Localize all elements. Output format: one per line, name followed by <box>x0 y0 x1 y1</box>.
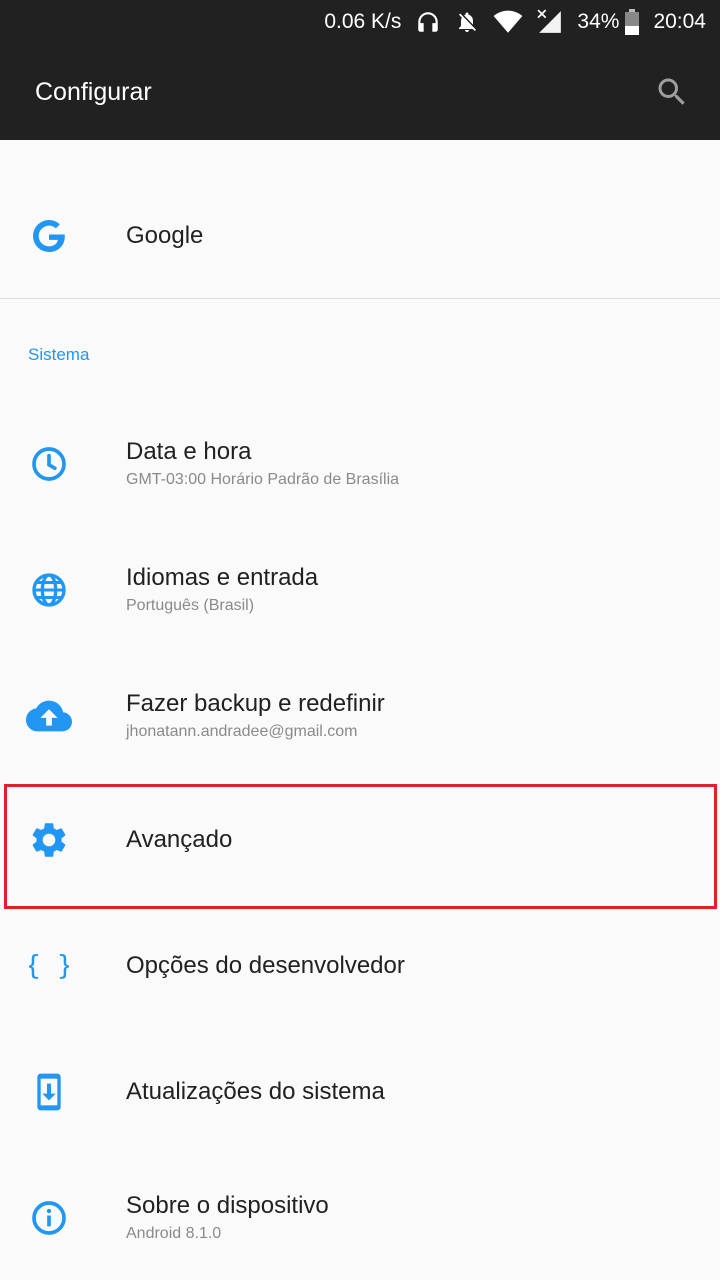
headphones-icon <box>415 9 441 35</box>
notifications-off-icon <box>455 9 479 35</box>
app-bar: Configurar <box>0 44 720 140</box>
google-icon <box>26 213 72 259</box>
settings-item-languages[interactable]: Idiomas e entrada Português (Brasil) <box>0 530 720 650</box>
settings-item-summary: Português (Brasil) <box>126 597 255 614</box>
wifi-icon <box>493 10 523 34</box>
cloud-upload-icon <box>26 693 72 739</box>
battery-percent: 34% <box>577 10 620 33</box>
svg-text:{ }: { } <box>29 950 69 981</box>
cell-signal-icon <box>537 9 563 35</box>
settings-item-label: Sobre o dispositivo <box>126 1192 329 1219</box>
settings-item-label: Atualizações do sistema <box>126 1078 385 1105</box>
system-update-icon <box>26 1069 72 1115</box>
settings-item-summary: GMT-03:00 Horário Padrão de Brasília <box>126 471 400 488</box>
braces-icon: { } <box>26 943 72 989</box>
highlight-box <box>4 784 717 909</box>
settings-item-google[interactable]: Google <box>0 176 720 296</box>
battery-icon <box>625 9 640 35</box>
settings-item-label: Google <box>126 222 204 249</box>
settings-item-label: Fazer backup e redefinir <box>126 690 385 717</box>
settings-item-about-device[interactable]: Sobre o dispositivo Android 8.1.0 <box>0 1158 720 1278</box>
clock-time: 20:04 <box>653 10 706 33</box>
settings-item-label: Data e hora <box>126 438 252 465</box>
status-bar: 0.06 K/s 34% 20:04 <box>0 0 720 44</box>
page-title: Configurar <box>35 77 152 106</box>
settings-item-backup[interactable]: Fazer backup e redefinir jhonatann.andra… <box>0 656 720 776</box>
search-button[interactable] <box>648 68 696 116</box>
settings-item-summary: Android 8.1.0 <box>126 1225 222 1242</box>
section-header-sistema: Sistema <box>28 345 90 364</box>
settings-list: Google Sistema Data e hora GMT-03:00 Hor… <box>0 140 720 1280</box>
settings-item-date-time[interactable]: Data e hora GMT-03:00 Horário Padrão de … <box>0 404 720 524</box>
settings-item-label: Idiomas e entrada <box>126 564 319 591</box>
settings-item-developer-options[interactable]: { } Opções do desenvolvedor <box>0 906 720 1026</box>
globe-icon <box>26 567 72 613</box>
search-icon <box>658 78 685 105</box>
settings-item-system-updates[interactable]: Atualizações do sistema <box>0 1032 720 1152</box>
info-icon <box>26 1195 72 1241</box>
clock-icon <box>26 441 72 487</box>
settings-item-summary: jhonatann.andradee@gmail.com <box>126 723 358 740</box>
divider <box>0 298 720 299</box>
network-speed: 0.06 K/s <box>324 10 402 33</box>
settings-item-label: Opções do desenvolvedor <box>126 952 405 979</box>
